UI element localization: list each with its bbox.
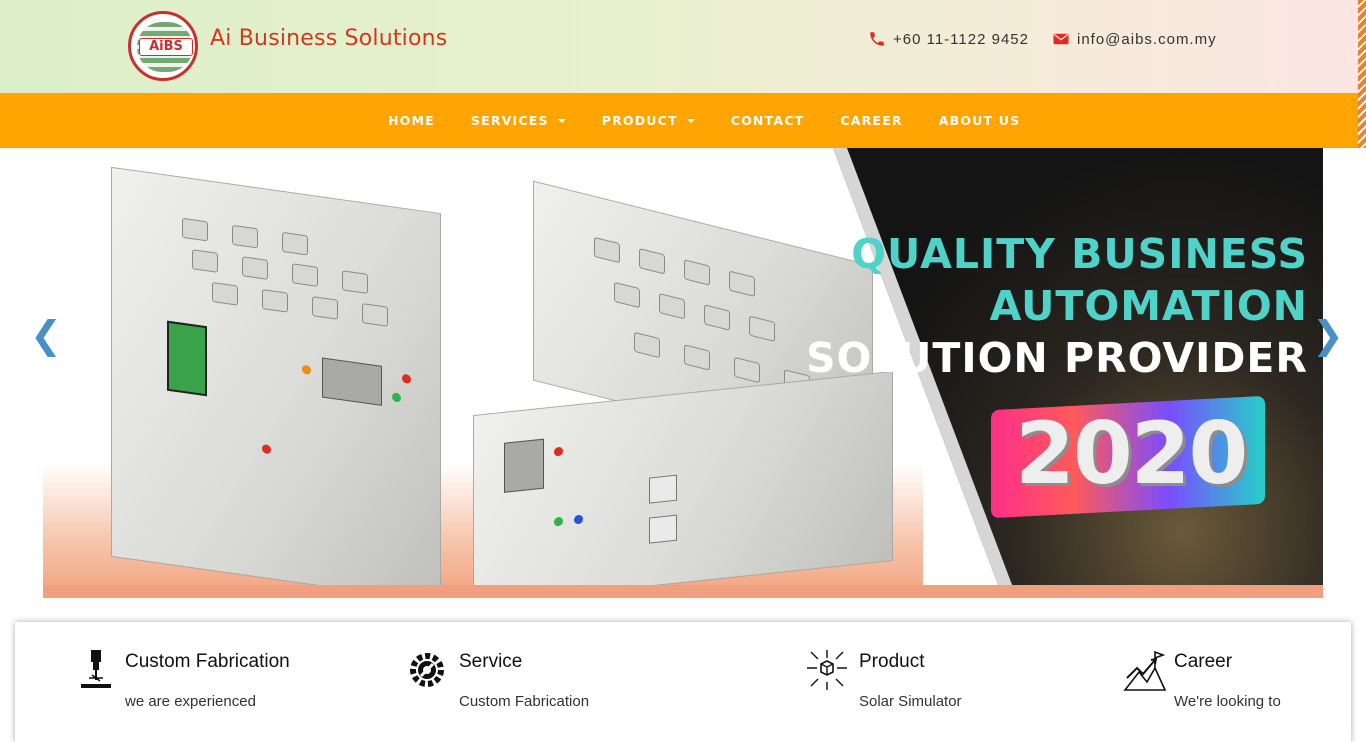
feature-title: Service [459,651,523,672]
fan-icon [659,293,685,320]
top-header: AiBS Ai Business Solutions +60 11-1122 9… [0,0,1358,93]
fan-icon [704,304,730,331]
feature-title: Custom Fabrication [125,651,290,672]
phone-icon [870,32,884,46]
fan-icon [362,303,388,327]
hero-headline-2: AUTOMATION [989,282,1308,330]
emergency-button [554,446,563,457]
indicator-light [262,444,271,455]
fan-icon [639,248,665,275]
controller-module [167,320,207,397]
control-panel [322,357,382,406]
fan-icon [242,256,268,280]
fan-icon [212,282,238,306]
fan-icon [292,263,318,287]
feature-description: Custom Fabrication [459,693,590,710]
logo-text: AiBS [139,38,193,56]
envelope-icon [1053,33,1069,45]
nav-career-label: CAREER [840,113,903,128]
fan-icon [342,270,368,294]
fan-icon [684,259,710,286]
hero-headline-1: QUALITY BUSINESS [851,230,1308,278]
fan-icon [734,356,760,384]
indicator-light [302,364,311,375]
brand-name[interactable]: Ai Business Solutions [210,26,447,51]
email-address: info@aibs.com.my [1077,30,1217,48]
chevron-down-icon [557,118,566,123]
fan-icon [594,236,620,264]
feature-title: Career [1174,651,1233,672]
fan-icon [614,281,640,309]
nav-product[interactable]: PRODUCT [584,113,713,128]
nav-about-us[interactable]: ABOUT US [921,113,1039,128]
features-card: Custom Fabrication we are experienced Se… [15,622,1351,742]
fan-icon [684,344,710,371]
chevron-right-icon[interactable]: ❯ [1312,313,1344,357]
nav-home[interactable]: HOME [370,113,453,128]
fan-icon [262,289,288,313]
gear-wrench-icon [410,653,444,687]
fan-icon [634,331,660,359]
indicator-light [554,516,563,527]
feature-description: Solar Simulator [859,693,962,710]
logo[interactable]: AiBS [128,11,198,81]
power-socket [649,474,677,504]
phone-number: +60 11-1122 9452 [893,30,1029,48]
nav-about-us-label: ABOUT US [938,113,1021,128]
nav-menu: HOME SERVICES PRODUCT CONTACT CAREER ABO… [370,93,1038,148]
nav-career[interactable]: CAREER [822,113,920,128]
fan-icon [192,249,218,273]
fan-icon [182,217,208,242]
nav-product-label: PRODUCT [601,113,678,128]
nav-services[interactable]: SERVICES [453,113,584,128]
box-network-icon [807,650,847,690]
fan-icon [729,270,755,297]
laser-cutter-icon [81,650,111,688]
fan-icon [232,224,258,249]
hero-year: 2020 [1015,404,1248,504]
fan-icon [749,315,775,342]
power-socket [649,514,677,544]
solar-simulator-machine-image [111,166,441,598]
nav-contact-label: CONTACT [730,113,805,128]
hero-headline-3: SOLUTION PROVIDER [806,334,1308,382]
email-contact[interactable]: info@aibs.com.my [1052,27,1217,51]
chevron-left-icon[interactable]: ❮ [30,313,62,357]
scrollbar[interactable] [1358,0,1366,148]
nav-services-label: SERVICES [470,113,549,128]
hero-bottom-strip [43,585,1323,598]
emergency-button [402,373,411,384]
indicator-light [574,514,583,525]
fan-icon [282,231,308,256]
chevron-down-icon [686,118,695,123]
feature-title: Product [859,651,925,672]
phone-contact[interactable]: +60 11-1122 9452 [868,27,1029,51]
nav-home-label: HOME [388,113,435,128]
growth-chart-icon [1123,650,1167,691]
nav-contact[interactable]: CONTACT [713,113,823,128]
main-navbar: HOME SERVICES PRODUCT CONTACT CAREER ABO… [0,93,1358,148]
feature-description: we are experienced [125,693,256,710]
feature-description: We're looking to [1174,693,1281,710]
hero-slider[interactable]: QUALITY BUSINESS AUTOMATION SOLUTION PRO… [43,148,1323,598]
fan-icon [312,296,338,320]
control-panel [504,438,544,493]
indicator-light [392,392,401,403]
